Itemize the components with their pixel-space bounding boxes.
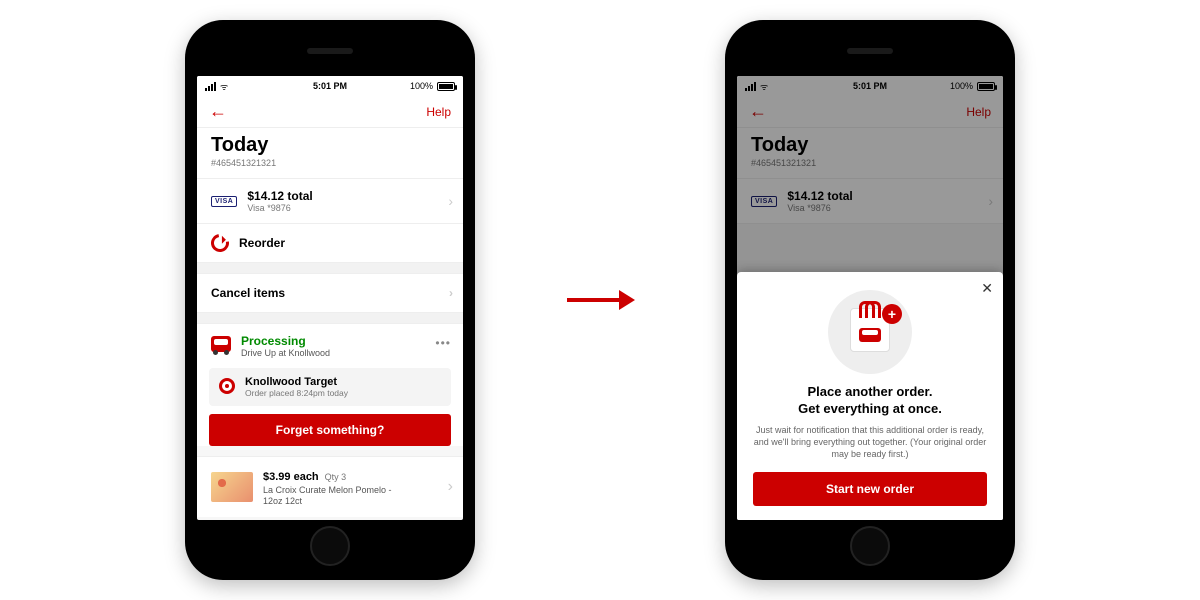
more-menu-button[interactable]: •••: [435, 336, 451, 350]
item-qty: Qty 3: [325, 472, 347, 482]
fulfillment-card: Processing Drive Up at Knollwood ••• Kno…: [197, 323, 463, 446]
order-number: #465451321321: [211, 158, 449, 168]
drive-up-icon: [211, 336, 231, 352]
visa-badge: VISA: [211, 196, 237, 207]
chevron-right-icon: ›: [449, 286, 453, 300]
screen-modal: ᯤ 5:01 PM 100% ← Help Today #46545132132…: [737, 76, 1003, 520]
section-gap: [197, 263, 463, 273]
screen-order-details: ᯤ 5:01 PM 100% ← Help Today #46545132132…: [197, 76, 463, 520]
home-button[interactable]: [850, 526, 890, 566]
battery-icon: [437, 82, 455, 91]
section-gap: [197, 313, 463, 323]
sheet-body: Just wait for notification that this add…: [753, 424, 987, 460]
fulfillment-method: Drive Up at Knollwood: [241, 348, 330, 358]
chevron-right-icon: ›: [448, 478, 453, 496]
product-thumbnail: [211, 472, 253, 502]
cancel-items-label: Cancel items: [211, 286, 285, 300]
nav-bar: ← Help: [197, 96, 463, 128]
forget-something-button[interactable]: Forget something?: [209, 414, 451, 446]
phone-frame-left: ᯤ 5:01 PM 100% ← Help Today #46545132132…: [185, 20, 475, 580]
status-bar: ᯤ 5:01 PM 100%: [197, 76, 463, 96]
item-description: La Croix Curate Melon Pomelo - 12oz 12ct: [263, 485, 413, 507]
reorder-row[interactable]: Reorder: [197, 224, 463, 263]
start-new-order-button[interactable]: Start new order: [753, 472, 987, 506]
page-title: Today: [211, 134, 449, 157]
phone-frame-right: ᯤ 5:01 PM 100% ← Help Today #46545132132…: [725, 20, 1015, 580]
payment-row[interactable]: VISA $14.12 total Visa *9876 ›: [197, 179, 463, 224]
card-last4: Visa *9876: [247, 203, 312, 213]
help-link[interactable]: Help: [426, 105, 451, 119]
sheet-title: Place another order.Get everything at on…: [753, 384, 987, 418]
close-button[interactable]: ✕: [981, 280, 993, 297]
phone-speaker: [307, 48, 353, 54]
chevron-right-icon: ›: [448, 193, 453, 209]
cancel-items-row[interactable]: Cancel items ›: [197, 273, 463, 313]
signal-icon: [205, 82, 216, 91]
line-item[interactable]: $3.99 each Qty 3 La Croix Curate Melon Po…: [197, 456, 463, 517]
store-info: Knollwood Target Order placed 8:24pm tod…: [209, 368, 451, 406]
store-name: Knollwood Target: [245, 376, 348, 388]
back-button[interactable]: ←: [209, 101, 227, 122]
order-placed-time: Order placed 8:24pm today: [245, 388, 348, 398]
reorder-label: Reorder: [239, 236, 285, 250]
battery-percent: 100%: [410, 81, 433, 91]
sheet-illustration: +: [828, 290, 912, 374]
plus-badge-icon: +: [882, 304, 902, 324]
flow-arrow-icon: [565, 284, 635, 316]
item-price: $3.99 each: [263, 471, 319, 483]
fulfillment-status: Processing: [241, 334, 330, 348]
status-time: 5:01 PM: [313, 81, 347, 91]
order-total: $14.12 total: [247, 189, 312, 203]
reorder-icon: [207, 230, 232, 255]
drive-up-icon: [859, 328, 881, 342]
home-button[interactable]: [310, 526, 350, 566]
order-header: Today #465451321321: [197, 128, 463, 179]
target-logo-icon: [219, 378, 235, 394]
wifi-icon: ᯤ: [220, 80, 228, 93]
phone-speaker: [847, 48, 893, 54]
new-order-sheet: ✕ + Place another order.Get everything a…: [737, 272, 1003, 520]
